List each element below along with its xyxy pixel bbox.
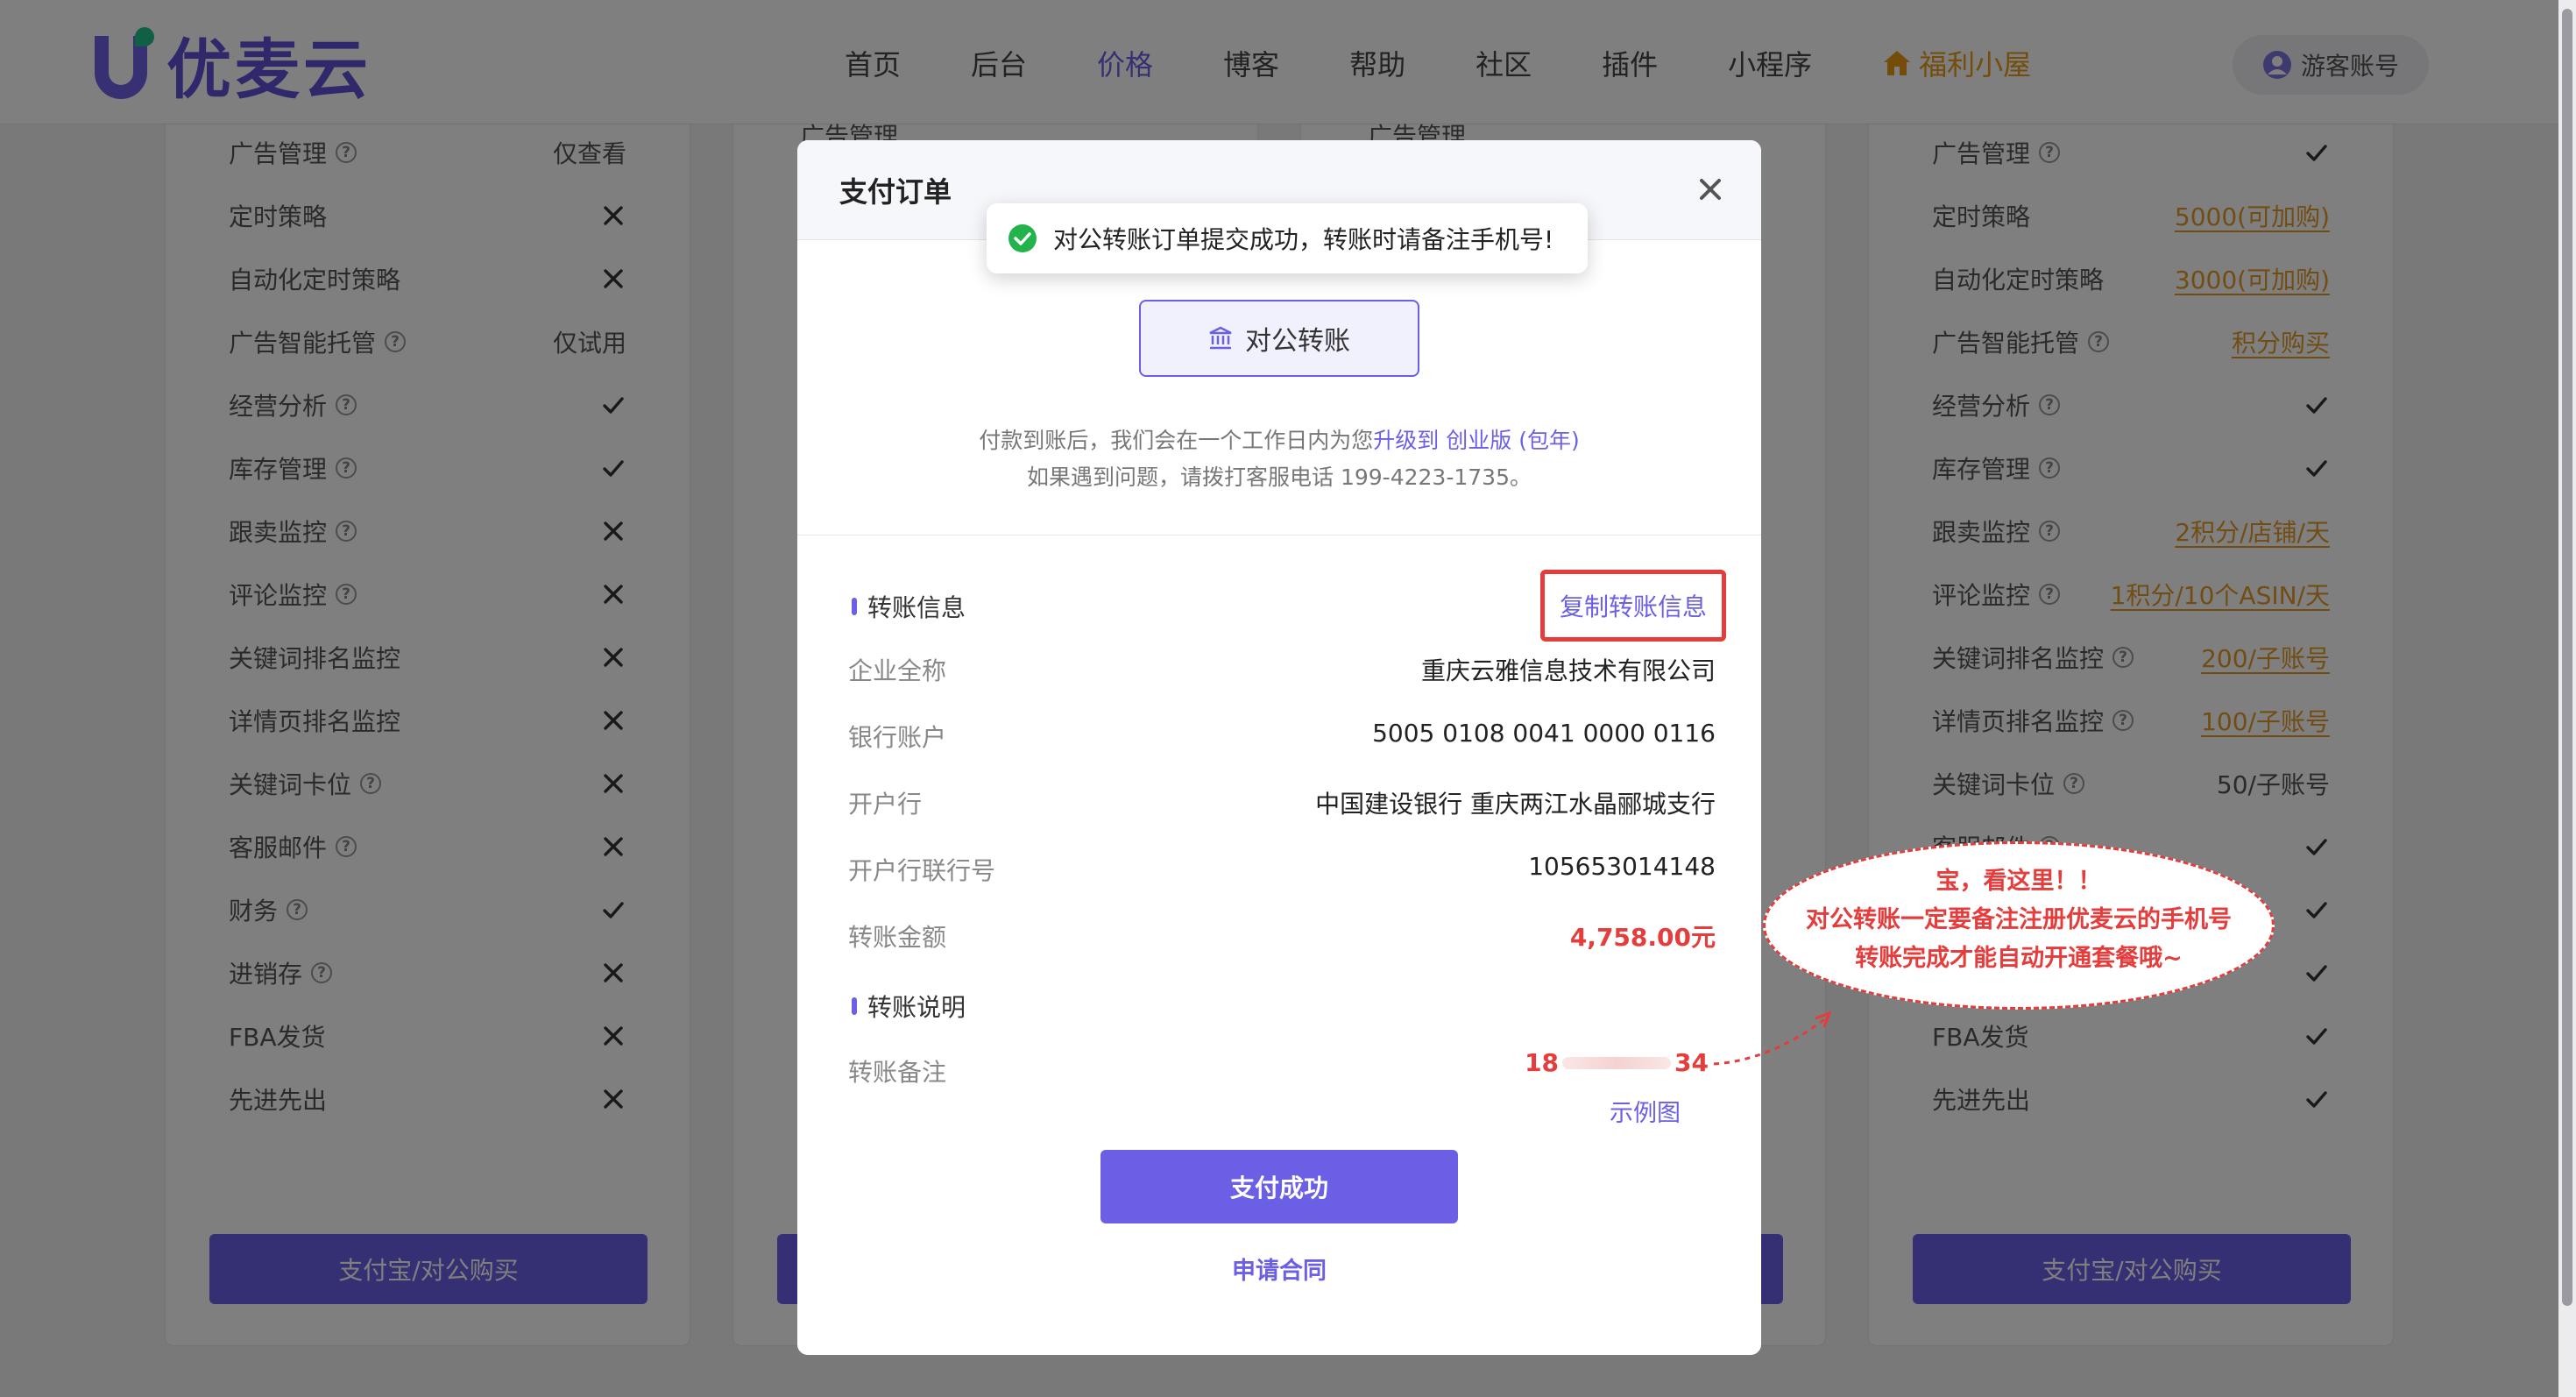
info-row-company: 企业全称 重庆云雅信息技术有限公司	[848, 645, 1716, 689]
scrollbar-thumb[interactable]	[2562, 9, 2572, 1306]
payment-notice: 付款到账后，我们会在一个工作日内为您升级到 创业版 (包年) 如果遇到问题，请拨…	[797, 422, 1761, 496]
remark-prefix: 18	[1525, 1048, 1560, 1077]
support-phone-text: 如果遇到问题，请拨打客服电话 199-4223-1735。	[1027, 464, 1532, 490]
info-row-account: 银行账户 5005 0108 0041 0000 0116	[848, 712, 1716, 755]
info-label: 开户行联行号	[848, 856, 996, 885]
annotation-pointer-icon	[1713, 1011, 1832, 1066]
example-image-link[interactable]: 示例图	[1610, 1094, 1681, 1128]
payment-modal: 支付订单 对公转账 付款到账后，我们会在一个工作日内为您升级到 创业版 (包年)…	[797, 140, 1761, 1355]
info-value: 5005 0108 0041 0000 0116	[1372, 719, 1716, 748]
info-label: 转账备注	[848, 1058, 947, 1087]
masked-digits	[1562, 1056, 1672, 1069]
payment-success-button[interactable]: 支付成功	[1100, 1150, 1458, 1223]
remark-suffix: 34	[1674, 1048, 1709, 1077]
success-toast: 对公转账订单提交成功，转账时请备注手机号!	[987, 203, 1588, 273]
info-label: 企业全称	[848, 656, 947, 685]
transfer-amount: 4,758.00元	[1569, 923, 1716, 952]
section-transfer-note: 转账说明	[852, 989, 966, 1024]
section-transfer-info: 转账信息	[852, 589, 966, 624]
bank-icon	[1209, 326, 1232, 350]
info-label: 银行账户	[848, 723, 947, 752]
info-value: 重庆云雅信息技术有限公司	[1420, 656, 1716, 685]
remark-phone: 18 34	[1525, 1048, 1709, 1077]
notice-text: 付款到账后，我们会在一个工作日内为您	[979, 428, 1374, 453]
info-label: 转账金额	[848, 923, 947, 952]
page-scrollbar[interactable]	[2558, 0, 2576, 1397]
close-icon[interactable]	[1693, 172, 1728, 207]
info-label: 开户行	[848, 790, 923, 819]
toast-message: 对公转账订单提交成功，转账时请备注手机号!	[1053, 225, 1554, 254]
check-circle-icon	[1008, 224, 1037, 252]
info-row-amount: 转账金额 4,758.00元	[848, 911, 1716, 955]
pay-method-label: 对公转账	[1245, 326, 1350, 357]
info-value: 中国建设银行 重庆两江水晶郦城支行	[1315, 790, 1716, 819]
annotation-line: 转账完成才能自动开通套餐哦~	[1855, 945, 2183, 972]
pay-method-corporate-transfer[interactable]: 对公转账	[1139, 300, 1419, 377]
copy-transfer-info-button[interactable]: 复制转账信息	[1540, 570, 1726, 642]
annotation-line: 宝，看这里！！	[1936, 868, 2102, 895]
annotation-line: 对公转账一定要备注注册优麦云的手机号	[1806, 906, 2232, 933]
info-row-bank-code: 开户行联行号 105653014148	[848, 845, 1716, 889]
info-value: 105653014148	[1528, 852, 1716, 881]
apply-contract-link[interactable]: 申请合同	[797, 1252, 1761, 1286]
annotation-text: 宝，看这里！！ 对公转账一定要备注注册优麦云的手机号 转账完成才能自动开通套餐哦…	[1775, 862, 2262, 978]
info-row-bank: 开户行 中国建设银行 重庆两江水晶郦城支行	[848, 778, 1716, 822]
modal-title: 支付订单	[839, 175, 952, 209]
upgrade-plan-text: 升级到 创业版 (包年)	[1373, 428, 1580, 453]
